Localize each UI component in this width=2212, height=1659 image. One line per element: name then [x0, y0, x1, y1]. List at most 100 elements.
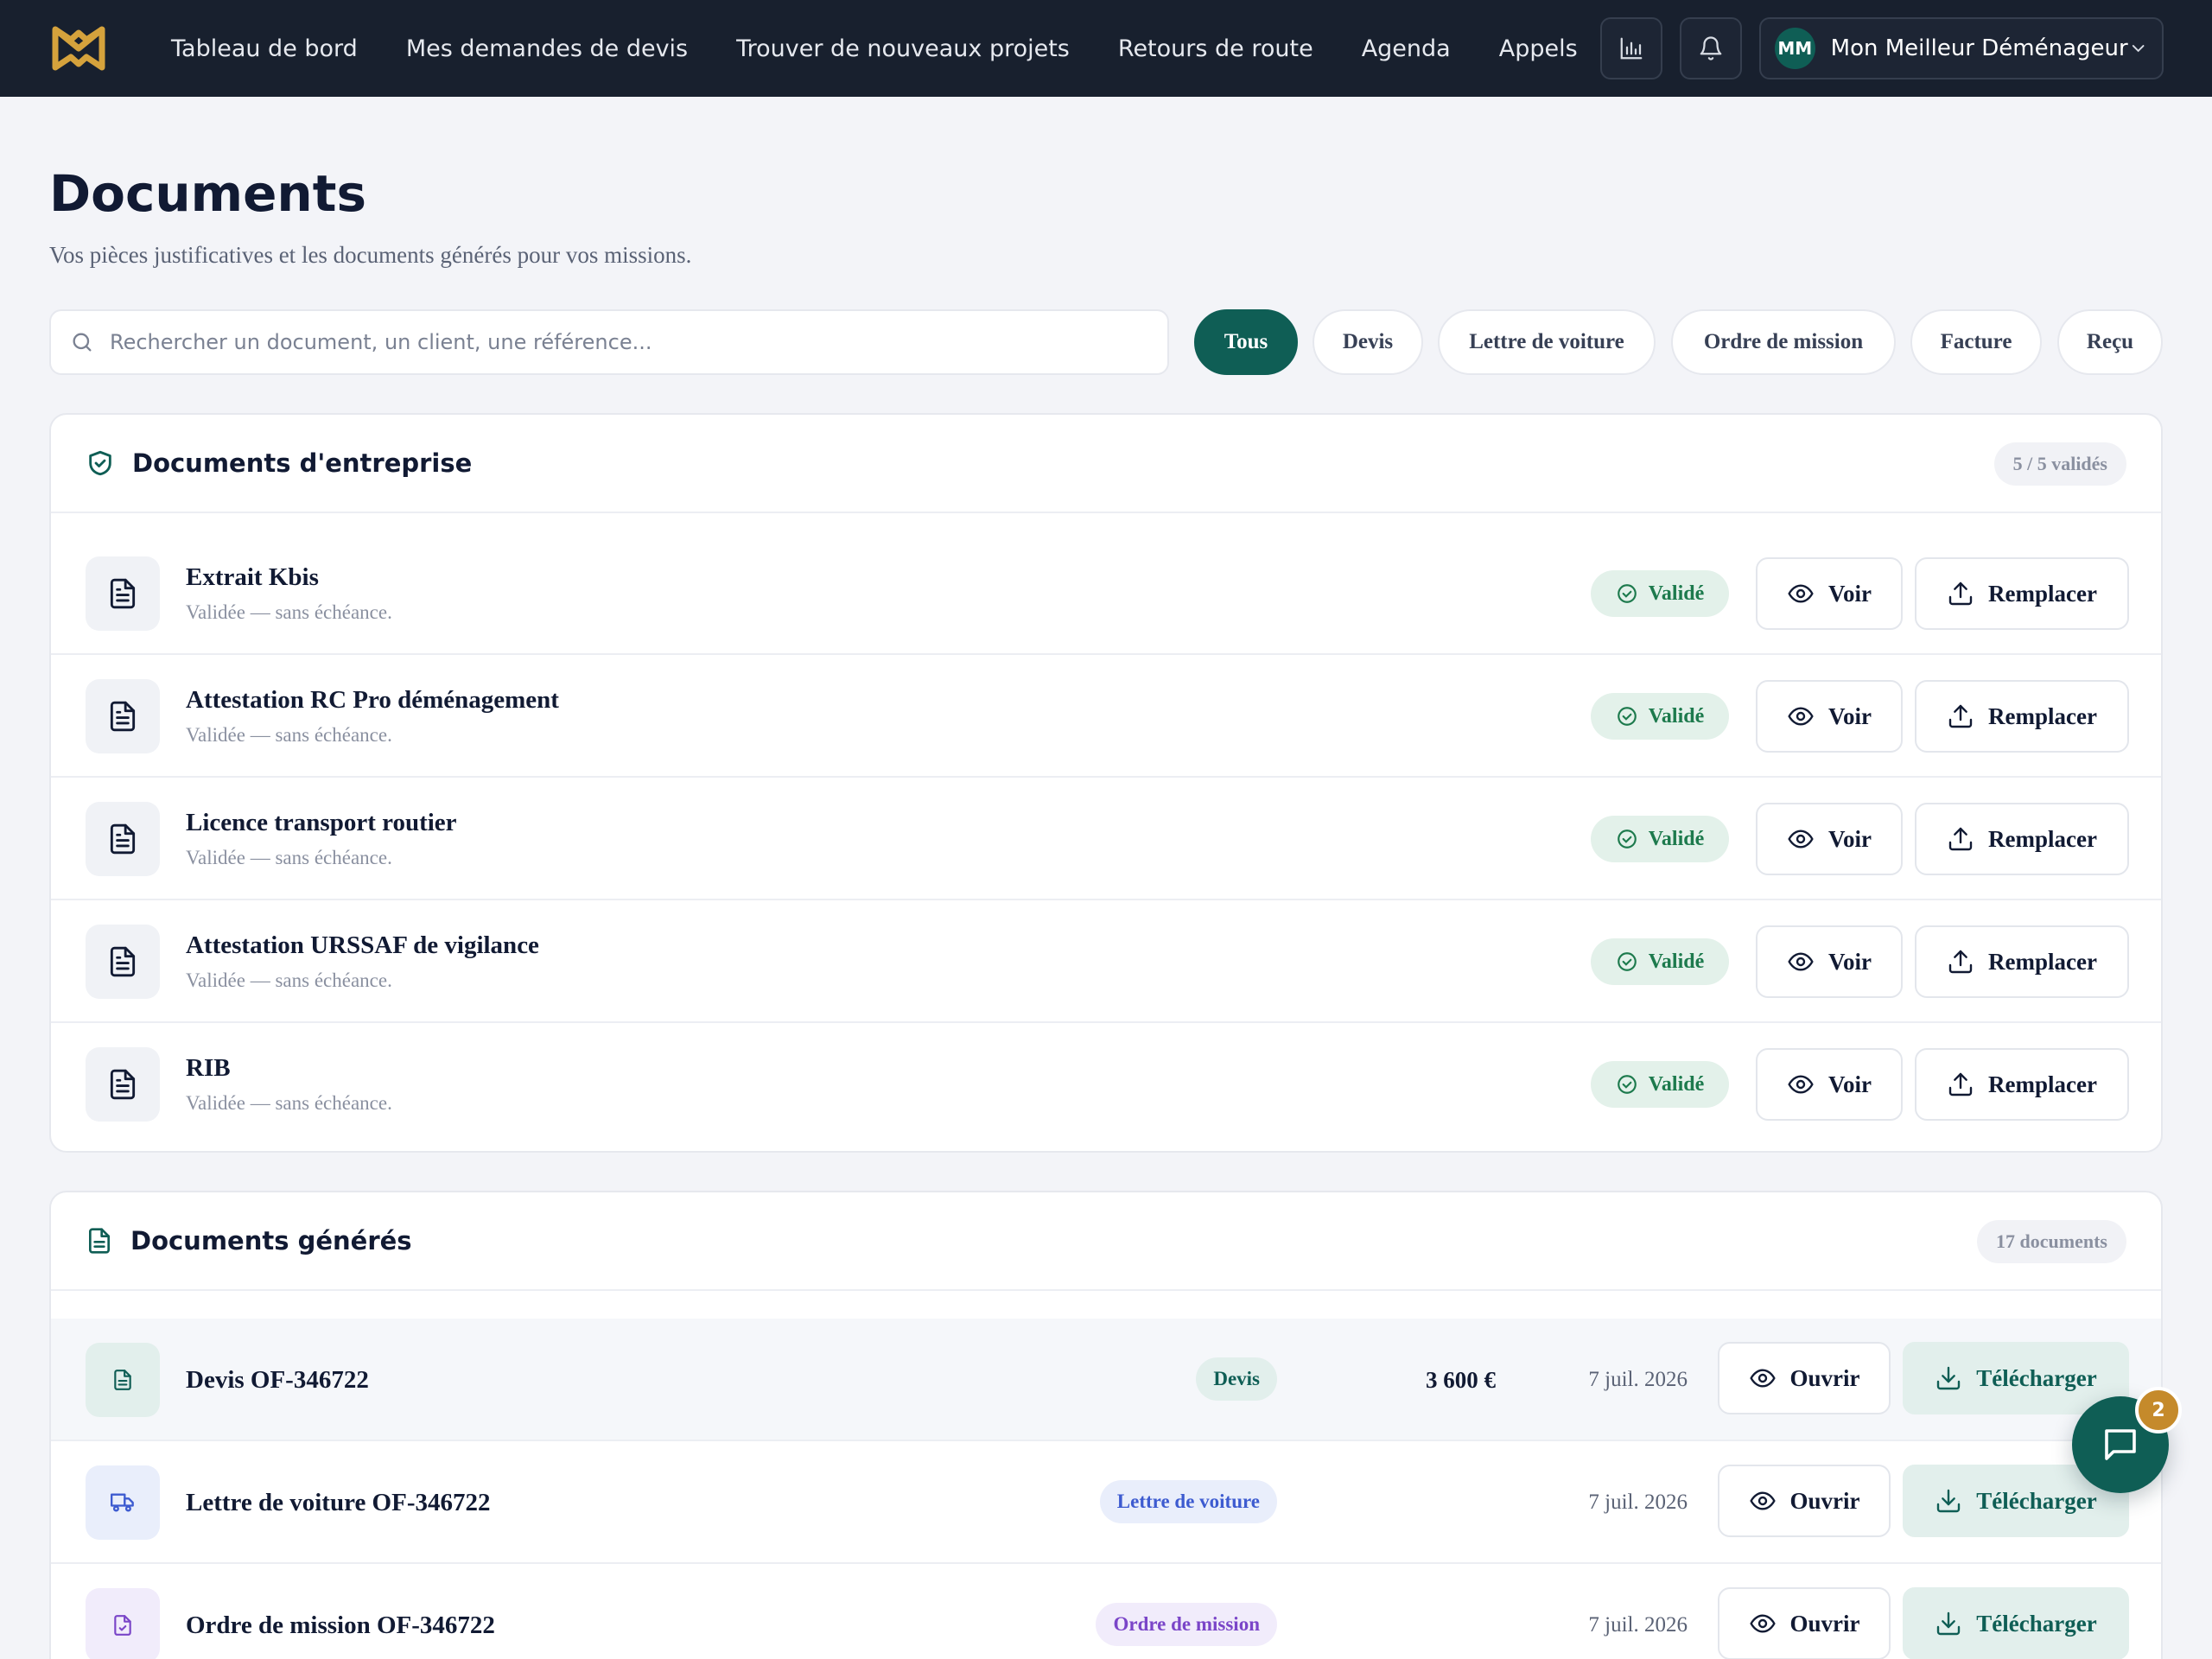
document-type-tag: Lettre de voiture — [1099, 1480, 1277, 1523]
documents-count-badge: 17 documents — [1977, 1220, 2126, 1263]
status-badge: Validé — [1591, 938, 1729, 985]
replace-button[interactable]: Remplacer — [1915, 557, 2129, 630]
document-amount: 3 600 € — [1426, 1366, 1496, 1393]
eye-icon — [1749, 1491, 1776, 1510]
generated-document-row: Devis OF-346722 Devis 3 600 € 7 juil. 20… — [51, 1319, 2161, 1441]
check-circle-icon — [1617, 584, 1637, 603]
nav-link-agenda[interactable]: Agenda — [1362, 35, 1451, 62]
document-name: Ordre de mission OF-346722 — [186, 1611, 495, 1639]
company-document-row: Licence transport routier Validée — sans… — [51, 778, 2161, 900]
document-type-tag: Devis — [1196, 1357, 1277, 1401]
document-icon — [86, 679, 160, 753]
upload-icon — [1948, 950, 1973, 974]
filter-chip-all[interactable]: Tous — [1194, 309, 1298, 375]
avatar: MM — [1775, 28, 1815, 69]
file-text-icon — [89, 1228, 110, 1254]
top-navigation-bar: Tableau de bord Mes demandes de devis Tr… — [0, 0, 2212, 97]
nav-link-calls[interactable]: Appels — [1499, 35, 1578, 62]
filter-chip-quote[interactable]: Devis — [1313, 309, 1423, 375]
nav-link-quote-requests[interactable]: Mes demandes de devis — [406, 35, 688, 62]
status-badge: Validé — [1591, 1061, 1729, 1108]
document-meta: Validée — sans échéance. — [186, 601, 392, 623]
download-icon — [1937, 1366, 1961, 1390]
eye-icon — [1749, 1369, 1776, 1388]
upload-icon — [1948, 582, 1973, 606]
download-button[interactable]: Télécharger — [1903, 1587, 2129, 1659]
open-button[interactable]: Ouvrir — [1718, 1587, 1891, 1659]
document-icon — [86, 925, 160, 999]
check-circle-icon — [1617, 1075, 1637, 1094]
brand-logo-icon[interactable] — [48, 18, 109, 79]
company-documents-title: Documents d'entreprise — [132, 448, 473, 478]
replace-button[interactable]: Remplacer — [1915, 925, 2129, 998]
document-icon — [86, 1047, 160, 1122]
check-circle-icon — [1617, 830, 1637, 849]
company-document-row: Attestation URSSAF de vigilance Validée … — [51, 900, 2161, 1023]
generated-documents-header: Documents générés 17 documents — [51, 1192, 2161, 1291]
replace-button[interactable]: Remplacer — [1915, 680, 2129, 753]
filter-chip-mission-order[interactable]: Ordre de mission — [1671, 309, 1896, 375]
document-icon — [86, 556, 160, 631]
replace-button[interactable]: Remplacer — [1915, 1048, 2129, 1121]
check-circle-icon — [1617, 952, 1637, 971]
filter-chip-waybill[interactable]: Lettre de voiture — [1438, 309, 1656, 375]
generated-document-row: Ordre de mission OF-346722 Ordre de miss… — [51, 1564, 2161, 1659]
bell-icon — [1700, 36, 1722, 60]
search-icon — [73, 333, 92, 352]
document-name: Lettre de voiture OF-346722 — [186, 1488, 491, 1516]
stats-button[interactable] — [1600, 17, 1662, 79]
generated-document-row: Lettre de voiture OF-346722 Lettre de vo… — [51, 1441, 2161, 1564]
search-input[interactable] — [110, 330, 1148, 354]
account-name: Mon Meilleur Déménageur — [1830, 35, 2128, 61]
file-icon — [86, 1343, 160, 1417]
nav-link-return-trips[interactable]: Retours de route — [1118, 35, 1313, 62]
eye-icon — [1788, 707, 1814, 726]
chat-unread-badge: 2 — [2135, 1387, 2182, 1433]
document-name: Attestation URSSAF de vigilance — [186, 931, 539, 959]
document-icon — [86, 802, 160, 876]
upload-icon — [1948, 827, 1973, 851]
document-name: Attestation RC Pro déménagement — [186, 686, 559, 714]
status-badge: Validé — [1591, 570, 1729, 617]
company-documents-card: Documents d'entreprise 5 / 5 validés Ext… — [49, 413, 2163, 1153]
eye-icon — [1788, 952, 1814, 971]
open-button[interactable]: Ouvrir — [1718, 1342, 1891, 1414]
eye-icon — [1788, 584, 1814, 603]
view-button[interactable]: Voir — [1756, 1048, 1903, 1121]
notifications-button[interactable] — [1680, 17, 1742, 79]
view-button[interactable]: Voir — [1756, 557, 1903, 630]
eye-icon — [1749, 1614, 1776, 1633]
status-badge: Validé — [1591, 816, 1729, 862]
view-button[interactable]: Voir — [1756, 925, 1903, 998]
view-button[interactable]: Voir — [1756, 680, 1903, 753]
document-name: Devis OF-346722 — [186, 1365, 369, 1394]
chevron-down-icon — [2132, 45, 2145, 53]
chat-bubble-icon — [2105, 1429, 2136, 1460]
upload-icon — [1948, 704, 1973, 728]
document-date: 7 juil. 2026 — [1588, 1491, 1688, 1514]
search-box — [49, 309, 1169, 375]
document-type-tag: Ordre de mission — [1096, 1603, 1277, 1646]
nav-link-find-projects[interactable]: Trouver de nouveaux projets — [736, 35, 1070, 62]
download-icon — [1937, 1489, 1961, 1513]
company-document-row: Attestation RC Pro déménagement Validée … — [51, 655, 2161, 778]
status-badge: Validé — [1591, 693, 1729, 740]
upload-icon — [1948, 1072, 1973, 1096]
open-button[interactable]: Ouvrir — [1718, 1465, 1891, 1537]
page-title: Documents — [49, 164, 366, 223]
replace-button[interactable]: Remplacer — [1915, 803, 2129, 875]
shield-check-icon — [89, 450, 111, 476]
document-name: Licence transport routier — [186, 809, 457, 836]
company-document-row: RIB Validée — sans échéance. Validé Voir… — [51, 1023, 2161, 1146]
document-date: 7 juil. 2026 — [1588, 1613, 1688, 1637]
file-check-icon — [86, 1588, 160, 1659]
nav-actions: MM Mon Meilleur Déménageur — [1600, 17, 2164, 79]
nav-link-dashboard[interactable]: Tableau de bord — [171, 35, 358, 62]
filter-chip-invoice[interactable]: Facture — [1910, 309, 2042, 375]
company-documents-header: Documents d'entreprise 5 / 5 validés — [51, 415, 2161, 513]
generated-documents-card: Documents générés 17 documents Devis OF-… — [49, 1191, 2163, 1659]
view-button[interactable]: Voir — [1756, 803, 1903, 875]
account-menu-button[interactable]: MM Mon Meilleur Déménageur — [1759, 17, 2164, 79]
main-menu: Tableau de bord Mes demandes de devis Tr… — [171, 0, 1626, 97]
filter-chip-receipt[interactable]: Reçu — [2057, 309, 2163, 375]
